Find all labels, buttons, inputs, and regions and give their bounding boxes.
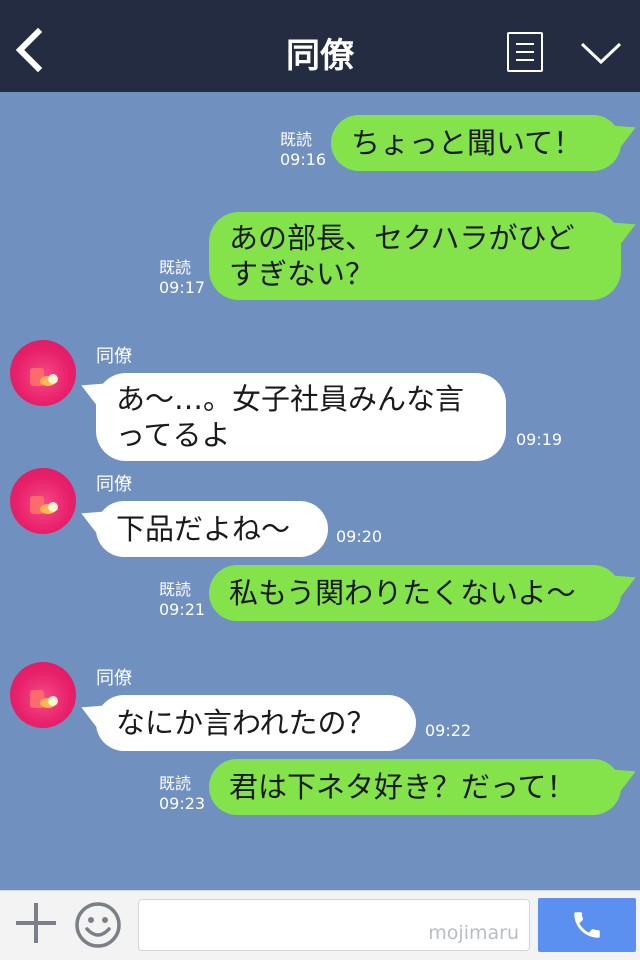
my-message-bubble[interactable]: 君は下ネタ好き？だって！ (209, 759, 640, 815)
message-time: 09:22 (425, 721, 472, 740)
message-time: 09:23 (159, 794, 206, 813)
avatar[interactable] (10, 662, 76, 728)
my-message-bubble[interactable]: 私もう関わりたくないよ〜 (209, 565, 640, 621)
smiley-icon[interactable] (74, 901, 122, 949)
their-message-bubble[interactable]: なにか言われたの？ (76, 695, 416, 751)
sender-name: 同僚 (96, 668, 132, 689)
avatar[interactable] (10, 340, 76, 406)
avatar[interactable] (10, 468, 76, 534)
read-receipt: 既読 (159, 774, 192, 793)
read-receipt: 既読 (280, 130, 313, 149)
their-message-bubble[interactable]: 下品だよね〜 (76, 501, 328, 557)
message-list[interactable]: 既読 09:16 ちょっと聞いて！ 既読 09:17 あの部長、セクハラがひど … (0, 92, 640, 890)
read-receipt: 既読 (159, 580, 192, 599)
sender-name: 同僚 (96, 474, 132, 495)
input-bar: mojimaru (0, 890, 640, 960)
message-meta: 既読 09:16 (280, 130, 326, 170)
their-message-bubble[interactable]: あ〜…。女子社員みんな言 ってるよ (76, 373, 506, 461)
read-receipt: 既読 (159, 258, 192, 277)
sender-name: 同僚 (96, 346, 132, 367)
message-text: あの部長、セクハラがひど すぎない？ (229, 221, 575, 291)
watermark-text: mojimaru (428, 922, 519, 944)
my-message-bubble[interactable]: あの部長、セクハラがひど すぎない？ (209, 212, 640, 300)
phone-icon (574, 912, 600, 938)
message-text: 君は下ネタ好き？だって！ (229, 770, 576, 804)
message-meta: 既読 09:23 (159, 774, 205, 814)
message-time: 09:19 (516, 430, 563, 449)
message-time: 09:16 (280, 150, 327, 169)
chat-header: 同僚 (0, 0, 640, 92)
message-time: 09:17 (159, 278, 206, 297)
message-text: ちょっと聞いて！ (351, 126, 583, 160)
plus-icon[interactable] (16, 903, 56, 943)
message-text: あ〜…。女子社員みんな言 ってるよ (116, 382, 465, 452)
message-time: 09:21 (159, 600, 206, 619)
chevron-down-icon[interactable] (578, 38, 624, 68)
my-message-bubble[interactable]: ちょっと聞いて！ (331, 115, 640, 171)
message-text: 私もう関わりたくないよ〜 (229, 576, 576, 610)
message-text: 下品だよね〜 (116, 512, 291, 546)
message-meta: 既読 09:21 (159, 580, 205, 620)
call-button[interactable] (538, 898, 636, 952)
message-text: なにか言われたの？ (116, 706, 376, 740)
message-time: 09:20 (336, 527, 383, 546)
chat-title: 同僚 (286, 36, 354, 76)
message-meta: 既読 09:17 (159, 258, 205, 298)
message-input[interactable]: mojimaru (138, 899, 530, 951)
list-icon[interactable] (507, 32, 543, 72)
